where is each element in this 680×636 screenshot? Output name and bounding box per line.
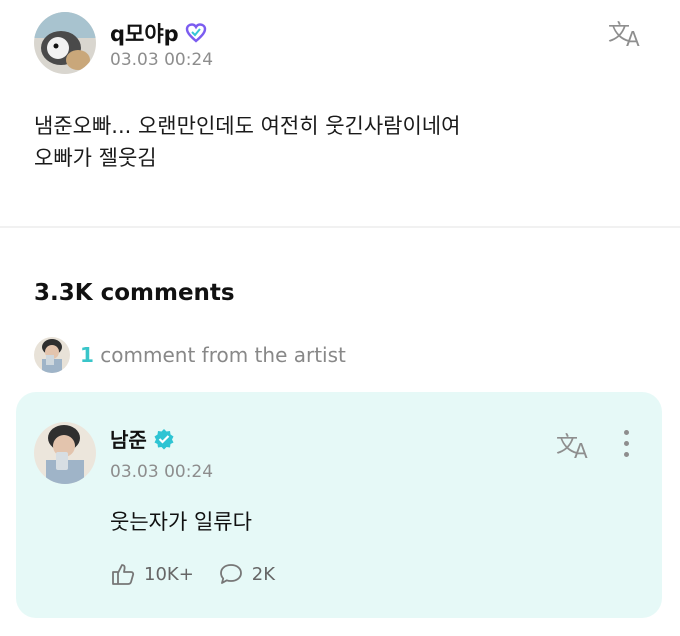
post-author[interactable]: q모야p <box>110 18 207 48</box>
divider <box>0 226 680 228</box>
reply-button[interactable]: 2K <box>218 562 275 586</box>
post-body: 냄준오빠... 오랜만인데도 여전히 웃긴사람이네여 오빠가 젤웃김 <box>34 114 461 170</box>
artist-name[interactable]: 남준 <box>110 424 175 453</box>
artist-name-text: 남준 <box>110 428 147 452</box>
post-time: 03.03 00:24 <box>110 50 214 70</box>
post-header: q모야p 03.03 00:24 文 A <box>34 12 646 76</box>
reply-count: 2K <box>251 563 276 585</box>
artist-avatar[interactable] <box>34 422 96 484</box>
like-count: 10K+ <box>144 563 194 585</box>
heart-badge-icon <box>185 23 206 43</box>
comment-bubble-icon <box>219 564 242 584</box>
post-author-name: q모야p <box>110 22 179 46</box>
more-options-icon[interactable] <box>620 430 632 460</box>
artist-comment-card: 남준 03.03 00:24 文 A 웃는자가 일류다 10K+ 2K <box>16 392 662 618</box>
translate-icon[interactable]: 文 A <box>556 430 594 466</box>
artist-comment-label: comment from the artist <box>93 343 346 367</box>
comment-actions: 10K+ 2K <box>110 562 275 586</box>
svg-text:A: A <box>626 27 640 48</box>
comment-time: 03.03 00:24 <box>110 462 214 482</box>
artist-mini-avatar <box>34 337 70 373</box>
user-avatar[interactable] <box>34 12 96 74</box>
artist-comment-count: 1 <box>80 343 94 367</box>
verified-badge-icon <box>154 428 174 449</box>
translate-icon[interactable]: 文 A <box>608 18 646 54</box>
svg-text:A: A <box>574 439 588 460</box>
comments-count: 3.3K comments <box>34 280 235 306</box>
like-icon <box>112 564 135 585</box>
artist-comment-filter[interactable]: 1 comment from the artist <box>34 336 346 374</box>
like-button[interactable]: 10K+ <box>110 562 194 586</box>
comment-text: 웃는자가 일류다 <box>110 510 252 534</box>
